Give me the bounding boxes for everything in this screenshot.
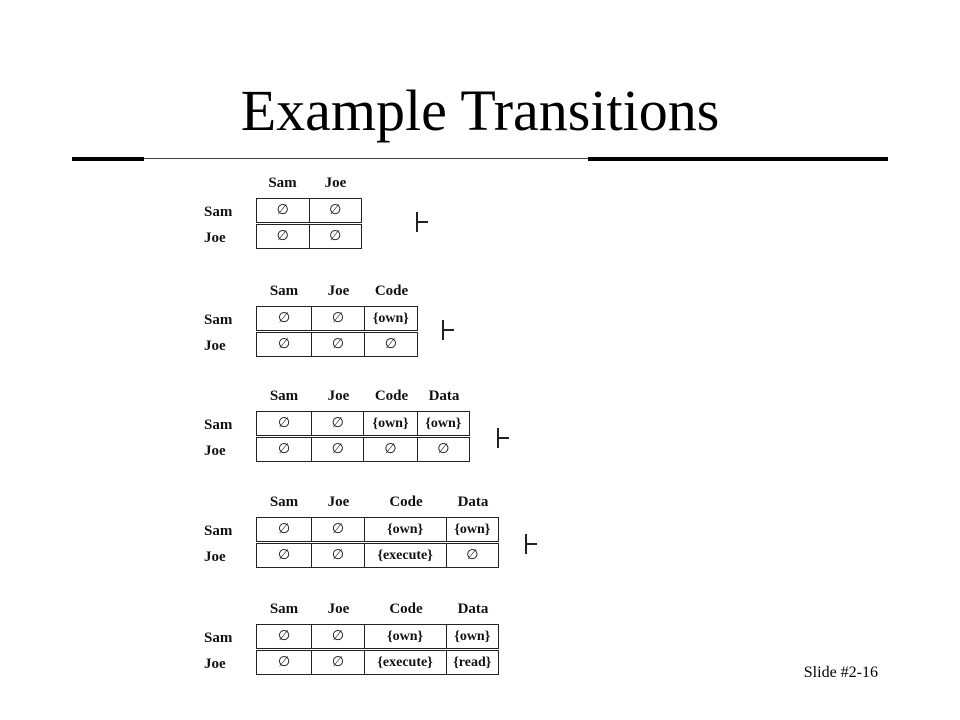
rights-grid: ∅ ∅ ∅ ∅ [256, 198, 362, 249]
column-header: Data [428, 388, 460, 404]
matrix-row: ∅ ∅ {own} {own} [255, 411, 471, 438]
column-header: Sam [269, 388, 299, 404]
rights-cell: ∅ [308, 223, 362, 249]
rights-cell: {own} [416, 411, 471, 438]
rights-cell: {own} [363, 411, 418, 438]
rights-grid: ∅ ∅ {own} {own} ∅ ∅ {execute} ∅ [255, 517, 500, 568]
column-header: Sam [268, 175, 297, 191]
row-header: Sam [204, 312, 233, 328]
rights-cell: ∅ [445, 542, 500, 568]
matrix-row: ∅ ∅ [256, 198, 362, 225]
rights-cell: ∅ [255, 649, 313, 675]
rights-cell: ∅ [311, 331, 365, 357]
rights-cell: ∅ [255, 306, 313, 333]
row-header: Joe [204, 230, 226, 246]
column-header: Code [374, 283, 409, 299]
rights-cell: ∅ [255, 436, 313, 462]
rights-cell: ∅ [311, 624, 365, 651]
row-header: Joe [204, 338, 226, 354]
turnstile-icon [497, 428, 511, 448]
column-header: Code [389, 601, 423, 617]
rights-cell: ∅ [256, 223, 310, 249]
access-matrix-3: Sam Joe Code Data Sam Joe ∅ ∅ {own} {own} ∅ ∅ ∅ ∅ [204, 387, 474, 467]
rights-cell: ∅ [255, 624, 313, 651]
matrix-row: ∅ ∅ {execute} {read} [255, 649, 500, 675]
rights-grid: ∅ ∅ {own} ∅ ∅ ∅ [255, 306, 419, 357]
rights-cell: ∅ [311, 436, 365, 462]
rights-cell: ∅ [311, 649, 365, 675]
matrix-row: ∅ ∅ ∅ [255, 331, 419, 357]
rights-cell: {own} [363, 624, 447, 651]
rights-cell: ∅ [255, 331, 313, 357]
column-header: Data [457, 494, 489, 510]
rights-cell: ∅ [363, 331, 419, 357]
rights-cell: {own} [363, 306, 419, 333]
rights-cell: {own} [363, 517, 447, 544]
column-header: Code [374, 388, 409, 404]
title-rule-left [72, 157, 144, 161]
rights-cell: ∅ [416, 436, 471, 462]
rights-cell: {own} [445, 624, 500, 651]
row-header: Sam [204, 523, 233, 539]
turnstile-icon [416, 212, 430, 232]
rights-cell: ∅ [255, 542, 313, 568]
column-header: Sam [269, 494, 299, 510]
rights-cell: ∅ [255, 517, 313, 544]
column-header: Code [389, 494, 423, 510]
access-matrix-1: Sam Joe Sam Joe ∅ ∅ ∅ ∅ [204, 174, 366, 254]
turnstile-icon [442, 320, 456, 340]
matrix-row: ∅ ∅ {own} {own} [255, 624, 500, 651]
slide-number: Slide #2-16 [803, 664, 878, 681]
column-header: Sam [269, 601, 299, 617]
row-header: Sam [204, 417, 233, 433]
column-header: Joe [324, 175, 347, 191]
rights-cell: {own} [445, 517, 500, 544]
rights-cell: {execute} [363, 649, 447, 675]
access-matrix-2: Sam Joe Code Sam Joe ∅ ∅ {own} ∅ ∅ ∅ [204, 282, 422, 362]
matrix-row: ∅ ∅ ∅ ∅ [255, 436, 471, 462]
column-header: Joe [327, 388, 350, 404]
slide-title: Example Transitions [240, 78, 720, 143]
column-header: Joe [327, 494, 350, 510]
column-header: Data [457, 601, 489, 617]
row-header: Joe [204, 656, 226, 672]
rights-cell: ∅ [311, 411, 365, 438]
row-header: Joe [204, 443, 226, 459]
matrix-row: ∅ ∅ {execute} ∅ [255, 542, 500, 568]
rights-cell: ∅ [311, 306, 365, 333]
matrix-row: ∅ ∅ [256, 223, 362, 249]
rights-cell: ∅ [311, 542, 365, 568]
matrix-row: ∅ ∅ {own} [255, 306, 419, 333]
rights-cell: ∅ [256, 198, 310, 225]
rights-cell: {execute} [363, 542, 447, 568]
row-header: Sam [204, 204, 233, 220]
row-header: Joe [204, 549, 226, 565]
turnstile-icon [525, 534, 539, 554]
rights-cell: ∅ [363, 436, 418, 462]
rights-grid: ∅ ∅ {own} {own} ∅ ∅ {execute} {read} [255, 624, 500, 675]
column-header: Joe [327, 601, 350, 617]
rights-cell: {read} [445, 649, 500, 675]
title-rule-right [588, 157, 888, 161]
row-header: Sam [204, 630, 233, 646]
rights-cell: ∅ [308, 198, 362, 225]
rights-cell: ∅ [255, 411, 313, 438]
rights-grid: ∅ ∅ {own} {own} ∅ ∅ ∅ ∅ [255, 411, 471, 462]
access-matrix-4: Sam Joe Code Data Sam Joe ∅ ∅ {own} {own} ∅ ∅ {execu… [204, 493, 503, 573]
matrix-row: ∅ ∅ {own} {own} [255, 517, 500, 544]
column-header: Joe [327, 283, 350, 299]
rights-cell: ∅ [311, 517, 365, 544]
column-header: Sam [269, 283, 299, 299]
access-matrix-5: Sam Joe Code Data Sam Joe ∅ ∅ {own} {own} ∅ ∅ {execu… [204, 600, 503, 680]
